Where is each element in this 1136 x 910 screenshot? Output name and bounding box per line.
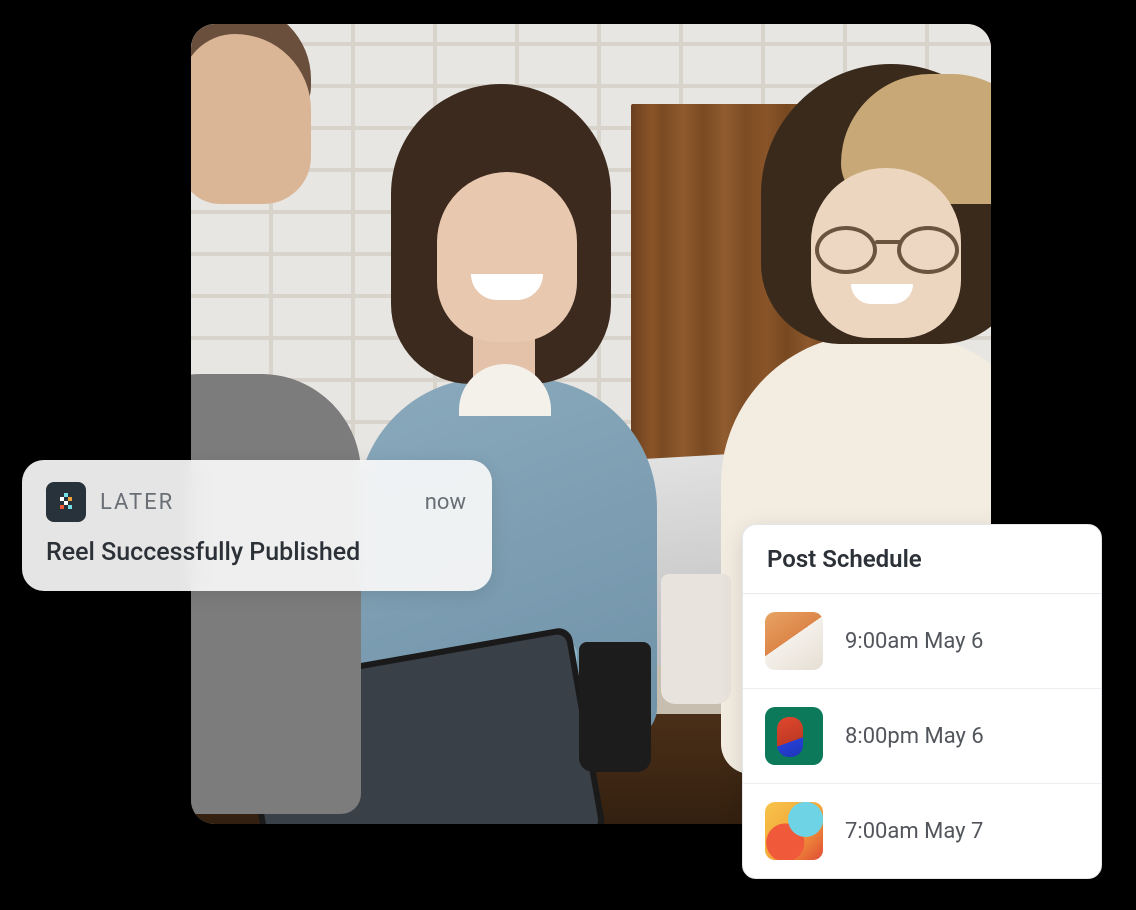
post-thumbnail xyxy=(765,612,823,670)
schedule-time: 7:00am May 7 xyxy=(845,819,983,844)
person-center xyxy=(321,94,681,734)
notification-app-name: LATER xyxy=(100,490,174,515)
person-left xyxy=(191,24,351,794)
notification-message: Reel Successfully Published xyxy=(46,538,466,567)
push-notification[interactable]: LATER now Reel Successfully Published xyxy=(22,460,492,591)
schedule-row[interactable]: 8:00pm May 6 xyxy=(743,689,1101,784)
notification-time: now xyxy=(425,490,466,515)
post-schedule-card: Post Schedule 9:00am May 6 8:00pm May 6 … xyxy=(742,524,1102,879)
schedule-row[interactable]: 7:00am May 7 xyxy=(743,784,1101,878)
glasses-icon xyxy=(815,226,961,274)
paper-cup xyxy=(661,574,731,704)
schedule-row[interactable]: 9:00am May 6 xyxy=(743,594,1101,689)
schedule-title: Post Schedule xyxy=(743,525,1101,594)
dark-cup xyxy=(579,642,651,772)
schedule-time: 9:00am May 6 xyxy=(845,629,983,654)
later-app-icon xyxy=(46,482,86,522)
post-thumbnail xyxy=(765,707,823,765)
schedule-time: 8:00pm May 6 xyxy=(845,724,984,749)
post-thumbnail xyxy=(765,802,823,860)
